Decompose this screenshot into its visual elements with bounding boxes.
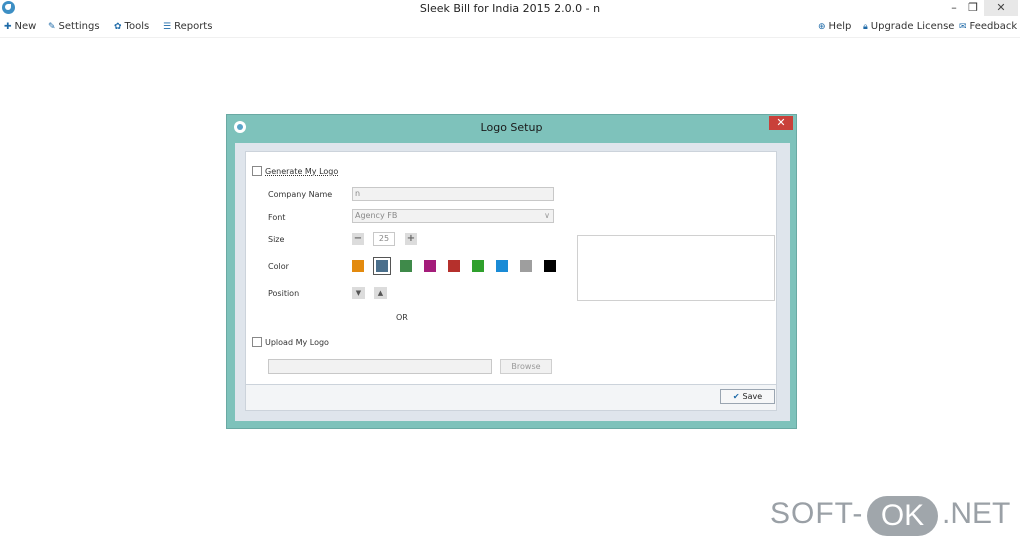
watermark-left: SOFT-: [770, 497, 864, 530]
size-increase-button[interactable]: +: [405, 233, 417, 245]
restore-button[interactable]: ❐: [965, 0, 981, 16]
menu-new[interactable]: ✚ New: [4, 21, 36, 32]
watermark-middle: OK: [867, 496, 938, 536]
position-label: Position: [268, 289, 300, 298]
company-name-label: Company Name: [268, 190, 333, 199]
dialog-close-button[interactable]: ✕: [769, 116, 793, 130]
position-down-button[interactable]: ▼: [352, 287, 365, 299]
checkmark-icon: ✔: [732, 392, 740, 401]
font-select[interactable]: Agency FB ∨: [352, 209, 554, 223]
menu-tools[interactable]: ✿ Tools: [114, 21, 149, 32]
chevron-down-icon: ∨: [544, 211, 550, 220]
color-swatch[interactable]: [520, 260, 532, 272]
triangle-up-icon: ▲: [377, 289, 384, 297]
font-label: Font: [268, 213, 286, 222]
color-swatch[interactable]: [424, 260, 436, 272]
color-swatch[interactable]: [448, 260, 460, 272]
size-label: Size: [268, 235, 285, 244]
plus-icon: +: [406, 233, 416, 244]
title-bar: Sleek Bill for India 2015 2.0.0 - n – ❐ …: [0, 0, 1020, 17]
generate-logo-label[interactable]: Generate My Logo: [265, 167, 338, 176]
watermark: SOFT- OK .NET: [762, 492, 1020, 542]
close-window-button[interactable]: ✕: [984, 0, 1018, 16]
or-separator: OR: [396, 313, 408, 322]
color-swatch[interactable]: [472, 260, 484, 272]
window-title: Sleek Bill for India 2015 2.0.0 - n: [419, 2, 601, 15]
watermark-right: .NET: [942, 497, 1011, 530]
menu-feedback[interactable]: ✉ Feedback: [959, 21, 1017, 32]
menu-reports[interactable]: ☰ Reports: [163, 21, 212, 32]
save-button-label: Save: [742, 392, 763, 401]
generate-logo-checkbox[interactable]: [252, 166, 262, 176]
upload-file-path-input[interactable]: [268, 359, 492, 374]
gear-icon: ✿: [114, 22, 122, 32]
logo-setup-dialog: Logo Setup ✕ Generate My Logo Company Na…: [226, 114, 797, 429]
color-swatch[interactable]: [496, 260, 508, 272]
triangle-down-icon: ▼: [355, 289, 362, 297]
wrench-icon: ✎: [48, 22, 56, 32]
save-button[interactable]: ✔ Save: [720, 389, 775, 404]
dialog-footer: ✔ Save: [245, 385, 777, 411]
upload-logo-checkbox[interactable]: [252, 337, 262, 347]
company-name-input[interactable]: n: [352, 187, 554, 201]
size-value-input[interactable]: 25: [373, 232, 395, 246]
dialog-body: Generate My Logo Company Name n Font Age…: [235, 143, 790, 421]
logo-form-panel: Generate My Logo Company Name n Font Age…: [245, 151, 777, 385]
menu-feedback-label: Feedback: [969, 21, 1018, 32]
font-select-value: Agency FB: [355, 211, 398, 220]
plus-icon: ✚: [4, 22, 12, 32]
upload-logo-label[interactable]: Upload My Logo: [265, 338, 329, 347]
menu-help[interactable]: ⊕ Help: [818, 21, 851, 32]
plus-circle-icon: ⊕: [818, 22, 826, 32]
lock-icon: 🔒︎: [863, 22, 868, 32]
menu-upgrade-license[interactable]: 🔒︎ Upgrade License: [863, 21, 954, 32]
menu-upgrade-label: Upgrade License: [870, 21, 955, 32]
menu-reports-label: Reports: [174, 21, 213, 32]
color-swatch[interactable]: [373, 257, 391, 275]
envelope-icon: ✉: [959, 22, 967, 32]
logo-preview-area: [577, 235, 775, 301]
position-up-button[interactable]: ▲: [374, 287, 387, 299]
color-label: Color: [268, 262, 289, 271]
size-decrease-button[interactable]: −: [352, 233, 364, 245]
color-swatch[interactable]: [352, 260, 364, 272]
list-icon: ☰: [163, 22, 172, 32]
menu-new-label: New: [14, 21, 37, 32]
menu-bar: ✚ New ✎ Settings ✿ Tools ☰ Reports ⊕ Help 🔒︎ U…: [0, 18, 1020, 38]
dialog-title: Logo Setup: [480, 121, 543, 134]
color-swatch[interactable]: [544, 260, 556, 272]
menu-tools-label: Tools: [124, 21, 150, 32]
color-swatch[interactable]: [400, 260, 412, 272]
minus-icon: −: [353, 233, 363, 244]
menu-settings[interactable]: ✎ Settings: [48, 21, 100, 32]
menu-settings-label: Settings: [58, 21, 100, 32]
browse-button[interactable]: Browse: [500, 359, 552, 374]
menu-help-label: Help: [828, 21, 852, 32]
minimize-button[interactable]: –: [946, 0, 962, 16]
